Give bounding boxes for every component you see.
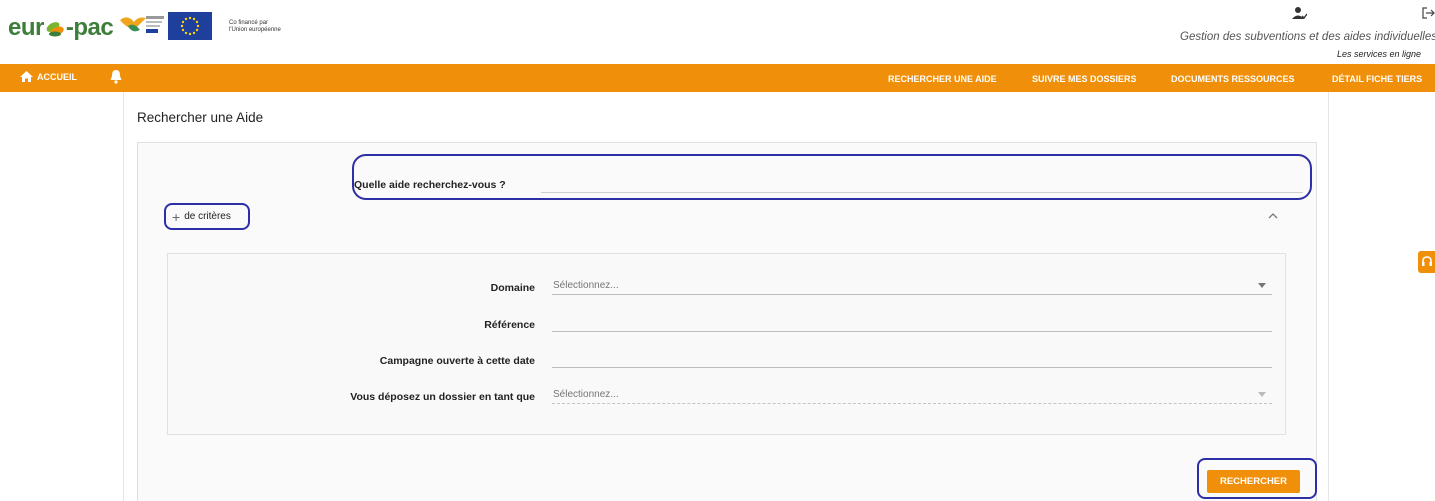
more-criteria-label: de critères	[184, 211, 231, 222]
chevron-down-icon[interactable]	[1258, 392, 1266, 398]
reference-label: Référence	[484, 319, 535, 331]
main-panel: Rechercher une Aide Quelle aide recherch…	[123, 92, 1329, 501]
qualite-label: Vous déposez un dossier en tant que	[350, 391, 535, 403]
logo-text-part1: eur	[8, 14, 44, 41]
chevron-down-icon[interactable]	[1258, 283, 1266, 289]
search-button[interactable]: RECHERCHER	[1207, 470, 1300, 493]
domaine-label: Domaine	[490, 282, 535, 294]
app-subtitle: Gestion des subventions et des aides ind…	[1180, 31, 1435, 43]
domaine-select[interactable]	[552, 277, 1272, 295]
logo-text-part2: -pac	[65, 14, 114, 41]
home-icon	[20, 71, 33, 82]
cofinance-line1: Co financé par	[229, 20, 269, 26]
page-title: Rechercher une Aide	[137, 110, 264, 125]
more-criteria-toggle[interactable]: + de critères	[172, 208, 231, 225]
nav-link-fiche-tiers[interactable]: DÉTAIL FICHE TIERS	[1332, 74, 1422, 84]
nav-link-documents[interactable]: DOCUMENTS RESSOURCES	[1171, 74, 1295, 84]
nav-link-suivre[interactable]: SUIVRE MES DOSSIERS	[1032, 74, 1137, 84]
criteria-panel: Domaine Référence Campagne ouverte à cet…	[167, 253, 1286, 435]
search-card: Quelle aide recherchez-vous ? + de critè…	[137, 142, 1317, 501]
campagne-date-input[interactable]	[552, 350, 1272, 368]
reference-input[interactable]	[552, 314, 1272, 332]
cofinance-text: Co financé par l'Union européenne	[229, 20, 281, 34]
campagne-label: Campagne ouverte à cette date	[379, 355, 535, 367]
plus-icon: +	[172, 208, 181, 225]
leaf-icon	[46, 22, 64, 37]
question-label: Quelle aide recherchez-vous ?	[354, 179, 506, 191]
chevron-up-icon[interactable]	[1267, 211, 1279, 221]
partner-logo	[120, 16, 164, 33]
help-tab[interactable]	[1418, 251, 1435, 273]
europac-logo[interactable]: eur -pac	[8, 14, 114, 42]
question-input[interactable]	[541, 177, 1303, 193]
nav-link-rechercher[interactable]: RECHERCHER UNE AIDE	[888, 74, 997, 84]
services-tagline: Les services en ligne	[1337, 49, 1422, 59]
user-icon[interactable]	[1291, 6, 1307, 20]
headset-icon	[1422, 256, 1432, 266]
app-header: eur -pac Co financé par l'Union européen…	[0, 0, 1435, 64]
bell-icon[interactable]	[109, 69, 123, 85]
main-navbar: ACCUEIL RECHERCHER UNE AIDE SUIVRE MES D…	[0, 64, 1435, 92]
eu-flag-icon	[168, 12, 212, 40]
nav-home-label: ACCUEIL	[37, 71, 77, 82]
logout-icon[interactable]	[1421, 6, 1435, 20]
qualite-select[interactable]	[552, 386, 1272, 404]
cofinance-line2: l'Union européenne	[229, 27, 281, 33]
nav-home[interactable]: ACCUEIL	[20, 71, 77, 82]
